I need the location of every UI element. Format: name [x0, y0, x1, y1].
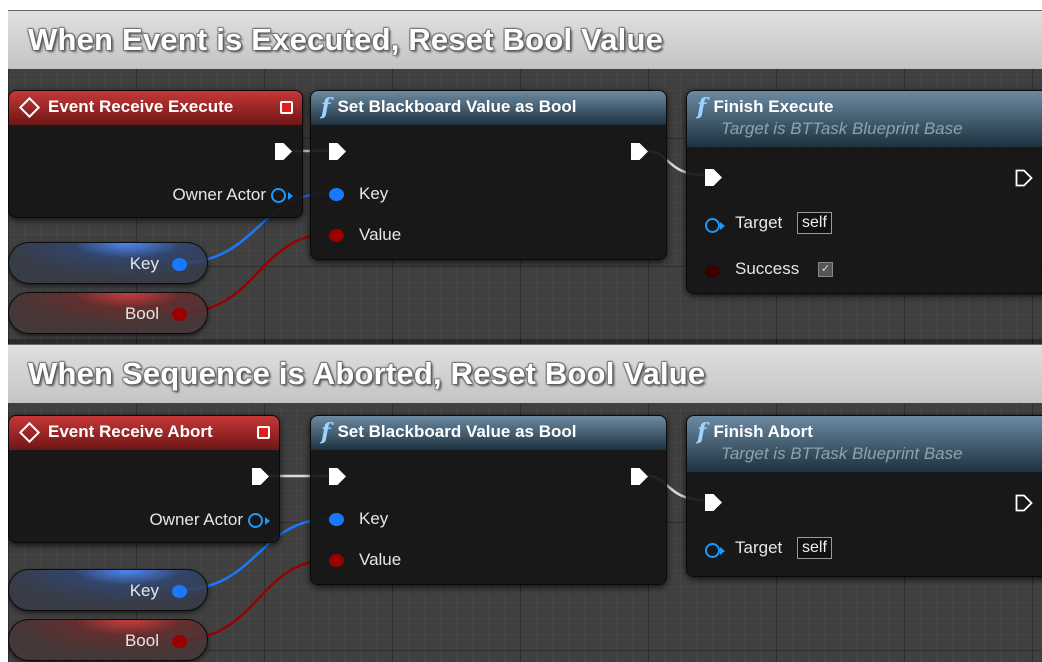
- node-title: Set Blackboard Value as Bool: [337, 422, 577, 441]
- exec-out-pin-icon[interactable]: [1015, 494, 1033, 512]
- target-self-value[interactable]: self: [797, 212, 832, 234]
- owner-actor-label: Owner Actor: [149, 510, 243, 529]
- exec-out-pin-icon[interactable]: [631, 143, 648, 160]
- pin-arrow-icon: [720, 222, 725, 230]
- pin-arrow-icon: [265, 517, 270, 525]
- node-subtitle: Target is BTTask Blueprint Base: [721, 119, 963, 138]
- target-self-value[interactable]: self: [797, 537, 832, 559]
- variable-label: Bool: [124, 631, 159, 650]
- object-pin-icon[interactable]: [248, 513, 263, 528]
- bool-variable-node[interactable]: Bool: [8, 619, 208, 661]
- object-pin-icon[interactable]: [271, 188, 286, 203]
- owner-actor-label: Owner Actor: [172, 185, 266, 204]
- node-header[interactable]: Event Receive Execute: [9, 91, 302, 125]
- exec-in-pin-icon[interactable]: [329, 468, 346, 485]
- bool-pin-icon[interactable]: [172, 308, 187, 321]
- value-pin-icon[interactable]: [329, 554, 344, 567]
- key-pin-icon[interactable]: [172, 258, 187, 271]
- blueprint-graph[interactable]: When Event is Executed, Reset Bool Value…: [8, 10, 1042, 662]
- value-pin-label: Value: [359, 550, 402, 569]
- target-pin-icon[interactable]: [705, 218, 720, 233]
- exec-out-pin-icon[interactable]: [1015, 169, 1033, 187]
- target-pin-label: Target: [735, 538, 783, 557]
- finish-abort-node[interactable]: f Finish Abort Target is BTTask Blueprin…: [686, 415, 1042, 577]
- key-pin-icon[interactable]: [329, 188, 344, 201]
- node-header[interactable]: f Set Blackboard Value as Bool: [311, 416, 666, 450]
- node-header[interactable]: f Set Blackboard Value as Bool: [311, 91, 666, 125]
- node-header[interactable]: f Finish Abort Target is BTTask Blueprin…: [687, 416, 1042, 472]
- event-receive-execute-node[interactable]: Event Receive Execute Owner Actor: [8, 90, 303, 218]
- event-receive-abort-node[interactable]: Event Receive Abort Owner Actor: [8, 415, 280, 543]
- exec-out-pin-icon[interactable]: [631, 468, 648, 485]
- key-variable-node[interactable]: Key: [8, 569, 208, 611]
- node-subtitle: Target is BTTask Blueprint Base: [721, 444, 963, 463]
- exec-in-pin-icon[interactable]: [705, 169, 722, 186]
- function-icon: f: [697, 419, 707, 445]
- success-checkbox[interactable]: ✓: [818, 262, 833, 277]
- comment-header[interactable]: When Event is Executed, Reset Bool Value: [8, 11, 1042, 69]
- pin-arrow-icon: [288, 192, 293, 200]
- comment-title: When Sequence is Aborted, Reset Bool Val…: [28, 356, 706, 391]
- node-header[interactable]: Event Receive Abort: [9, 416, 279, 450]
- node-title: Set Blackboard Value as Bool: [337, 97, 577, 116]
- delegate-pin-icon[interactable]: [257, 426, 270, 439]
- key-variable-node[interactable]: Key: [8, 242, 208, 284]
- success-pin-label: Success: [735, 259, 800, 278]
- pin-arrow-icon: [720, 547, 725, 555]
- key-pin-label: Key: [359, 184, 389, 203]
- value-pin-label: Value: [359, 225, 402, 244]
- comment-title: When Event is Executed, Reset Bool Value: [28, 22, 664, 57]
- bool-pin-icon[interactable]: [172, 635, 187, 648]
- delegate-pin-icon[interactable]: [280, 101, 293, 114]
- variable-label: Key: [129, 581, 159, 600]
- set-blackboard-value-node[interactable]: f Set Blackboard Value as Bool Key Value: [310, 415, 667, 585]
- function-icon: f: [697, 94, 707, 120]
- exec-out-pin-icon[interactable]: [252, 468, 269, 485]
- function-icon: f: [321, 419, 331, 445]
- key-pin-icon[interactable]: [329, 513, 344, 526]
- node-title: Finish Execute: [713, 97, 834, 116]
- variable-label: Key: [129, 254, 159, 273]
- exec-out-pin-icon[interactable]: [275, 143, 292, 160]
- value-pin-icon[interactable]: [329, 229, 344, 242]
- key-pin-icon[interactable]: [172, 585, 187, 598]
- node-title: Event Receive Abort: [48, 422, 213, 441]
- finish-execute-node[interactable]: f Finish Execute Target is BTTask Bluepr…: [686, 90, 1042, 294]
- exec-in-pin-icon[interactable]: [329, 143, 346, 160]
- key-pin-label: Key: [359, 509, 389, 528]
- node-title: Finish Abort: [713, 422, 813, 441]
- bool-variable-node[interactable]: Bool: [8, 292, 208, 334]
- success-pin-icon[interactable]: [705, 265, 720, 278]
- exec-in-pin-icon[interactable]: [705, 494, 722, 511]
- target-pin-icon[interactable]: [705, 543, 720, 558]
- function-icon: f: [321, 94, 331, 120]
- set-blackboard-value-node[interactable]: f Set Blackboard Value as Bool Key Value: [310, 90, 667, 260]
- node-title: Event Receive Execute: [48, 97, 234, 116]
- variable-label: Bool: [124, 304, 159, 323]
- event-diamond-icon: [18, 96, 41, 118]
- comment-header[interactable]: When Sequence is Aborted, Reset Bool Val…: [8, 345, 1042, 403]
- event-diamond-icon: [18, 421, 41, 443]
- node-header[interactable]: f Finish Execute Target is BTTask Bluepr…: [687, 91, 1042, 147]
- target-pin-label: Target: [735, 213, 783, 232]
